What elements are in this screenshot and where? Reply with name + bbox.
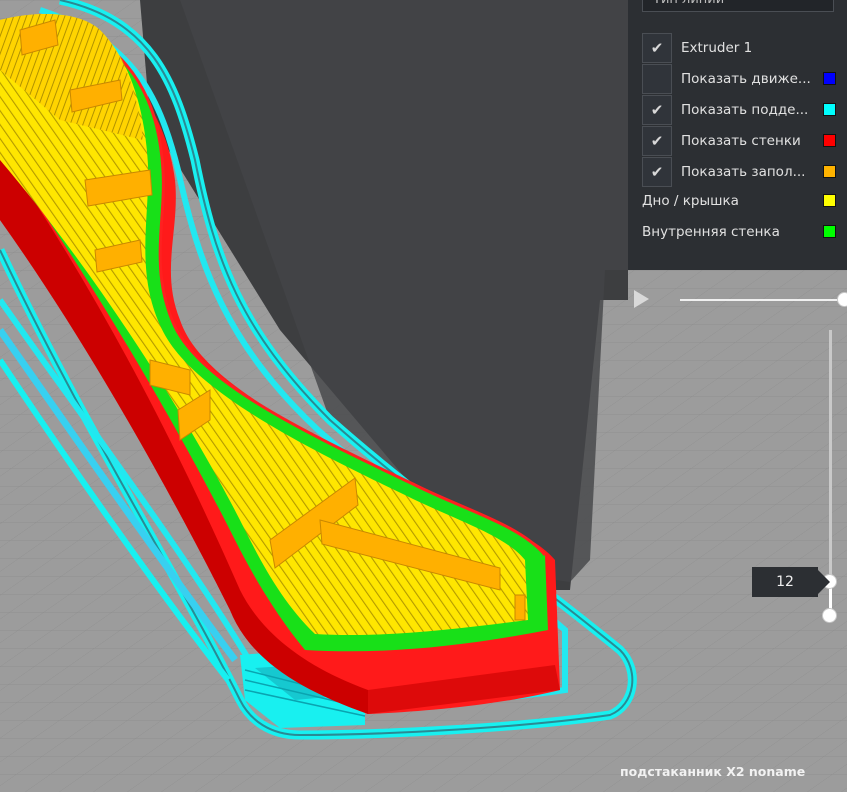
check-icon[interactable]: ✔ <box>642 157 672 187</box>
play-icon[interactable] <box>634 290 649 308</box>
legend-item-label: Внутренняя стенка <box>642 224 780 240</box>
color-swatch-cyan <box>823 103 836 116</box>
legend-item-label: Extruder 1 <box>681 40 753 56</box>
line-type-legend-panel: Тип линии ✔ Extruder 1 Показать движе...… <box>628 0 847 270</box>
check-icon[interactable]: ✔ <box>642 95 672 125</box>
color-swatch-red <box>823 134 836 147</box>
path-slider-handle[interactable] <box>837 292 847 307</box>
check-icon[interactable]: ✔ <box>642 33 672 63</box>
legend-item-label: Показать подде... <box>681 102 809 118</box>
color-swatch-green <box>823 225 836 238</box>
legend-item-label: Показать запол... <box>681 164 806 180</box>
path-slider-track[interactable] <box>680 299 840 301</box>
layer-slider-lower-handle[interactable] <box>822 608 837 623</box>
legend-item-label: Показать стенки <box>681 133 801 149</box>
legend-item-inner-wall: Внутренняя стенка <box>642 217 842 247</box>
check-icon[interactable]: ✔ <box>642 126 672 156</box>
job-name-label: подстаканник X2 noname <box>620 764 806 779</box>
current-layer-input[interactable]: 12 <box>752 567 830 597</box>
legend-item-label: Дно / крышка <box>642 193 739 209</box>
unchecked-box-icon[interactable] <box>642 64 672 94</box>
legend-item-show-walls[interactable]: ✔ Показать стенки <box>642 126 842 156</box>
legend-item-show-infill[interactable]: ✔ Показать запол... <box>642 157 842 187</box>
legend-item-extruder-1[interactable]: ✔ Extruder 1 <box>642 33 842 63</box>
color-swatch-yellow <box>823 194 836 207</box>
legend-item-top-bottom: Дно / крышка <box>642 186 842 216</box>
legend-item-show-support[interactable]: ✔ Показать подде... <box>642 95 842 125</box>
line-type-dropdown[interactable]: Тип линии <box>642 0 834 12</box>
legend-item-show-travels[interactable]: Показать движе... <box>642 64 842 94</box>
color-swatch-orange <box>823 165 836 178</box>
legend-item-label: Показать движе... <box>681 71 811 87</box>
color-swatch-blue <box>823 72 836 85</box>
